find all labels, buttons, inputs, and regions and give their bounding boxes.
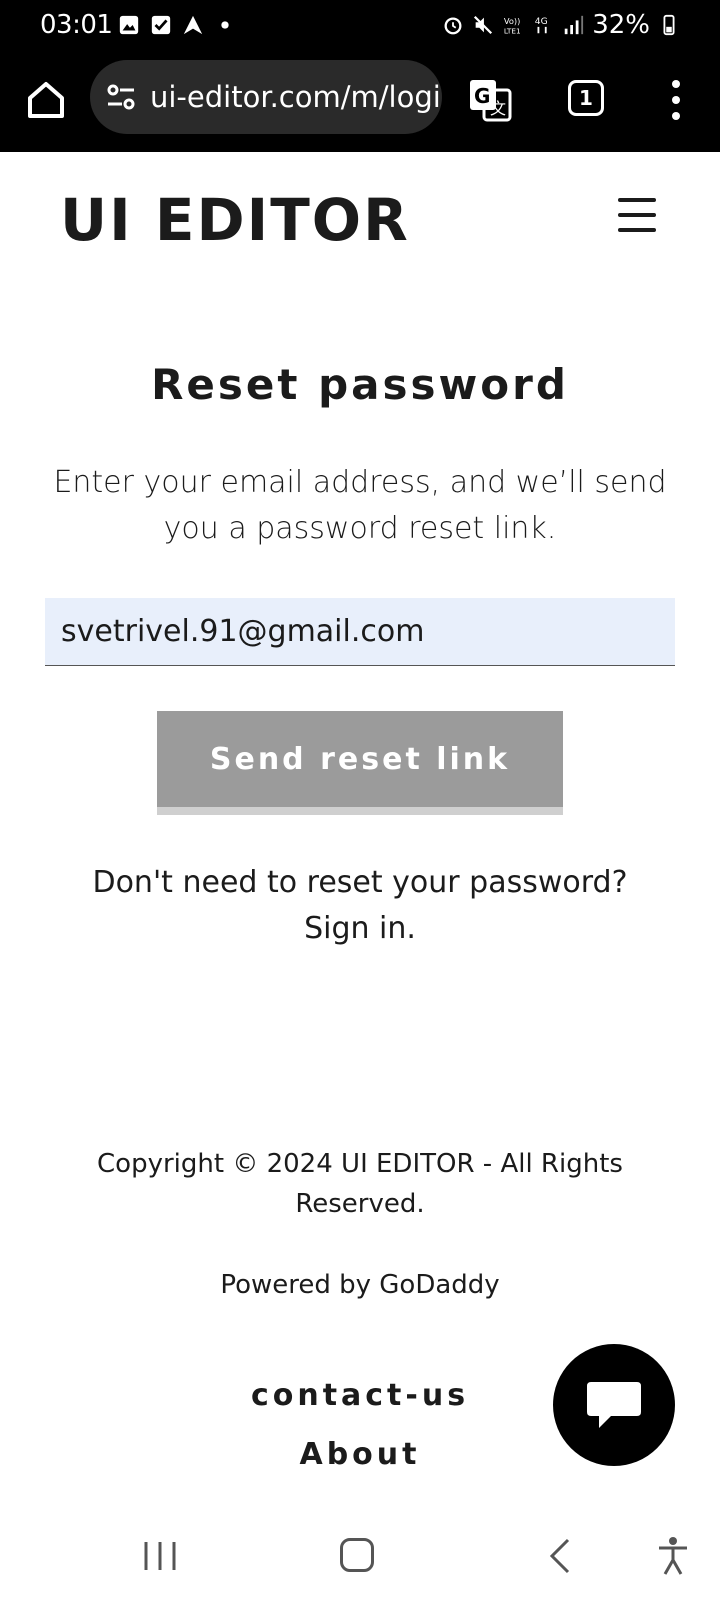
signin-link[interactable]: Sign in. (304, 911, 416, 946)
4g-icon: 4G (535, 16, 548, 34)
arrow-icon (183, 15, 203, 35)
chat-button[interactable] (553, 1344, 675, 1466)
more-menu-icon[interactable] (666, 76, 686, 124)
send-reset-link-button[interactable]: Send reset link (157, 711, 563, 815)
svg-text:LTE1: LTE1 (504, 26, 521, 35)
hamburger-menu-icon[interactable] (618, 198, 656, 232)
signin-section: Don't need to reset your password? Sign … (40, 860, 680, 952)
recents-icon[interactable] (140, 1540, 180, 1572)
battery-percent: 32% (592, 10, 650, 40)
site-logo[interactable]: UI EDITOR (60, 186, 410, 254)
email-field[interactable] (45, 598, 675, 666)
status-notification-icons (118, 14, 236, 36)
svg-text:4G: 4G (535, 16, 548, 27)
status-bar: 03:01 Vo)) LTE1 4G 32% (0, 0, 720, 52)
chat-bubble-icon (587, 1382, 641, 1428)
system-nav-bar (0, 1510, 720, 1600)
page-description: Enter your email address, and we’ll send… (53, 465, 667, 546)
battery-icon (663, 14, 675, 36)
dot-icon (221, 21, 229, 29)
signal-icon (564, 15, 584, 35)
signin-prompt: Don't need to reset your password? (92, 865, 628, 900)
mute-icon (474, 15, 493, 35)
gallery-icon (119, 15, 139, 35)
check-icon (151, 15, 171, 35)
site-settings-icon[interactable] (104, 80, 138, 114)
copyright-text: Copyright © 2024 UI EDITOR - All Rights … (97, 1149, 623, 1219)
svg-text:文: 文 (490, 99, 506, 118)
page-title: Reset password (151, 360, 569, 409)
svg-text:G: G (474, 84, 490, 108)
url-bar[interactable]: ui-editor.com/m/logi (90, 60, 442, 134)
status-system-icons: Vo)) LTE1 4G 32% (442, 10, 680, 40)
alarm-icon (444, 17, 462, 35)
translate-icon[interactable]: G文 (466, 76, 514, 124)
status-time: 03:01 (40, 10, 113, 40)
home-icon[interactable] (22, 76, 70, 124)
accessibility-icon[interactable] (655, 1536, 691, 1576)
back-icon[interactable] (548, 1538, 572, 1574)
nav-home-icon[interactable] (340, 1538, 374, 1572)
svg-text:Vo)): Vo)) (504, 16, 520, 26)
url-text[interactable]: ui-editor.com/m/logi (150, 80, 441, 114)
tab-switcher-button[interactable]: 1 (568, 80, 604, 116)
powered-by-text[interactable]: Powered by GoDaddy (0, 1270, 720, 1300)
browser-toolbar: ui-editor.com/m/logi G文 1 (0, 52, 720, 152)
volte-icon: Vo))LTE1 (504, 16, 521, 35)
